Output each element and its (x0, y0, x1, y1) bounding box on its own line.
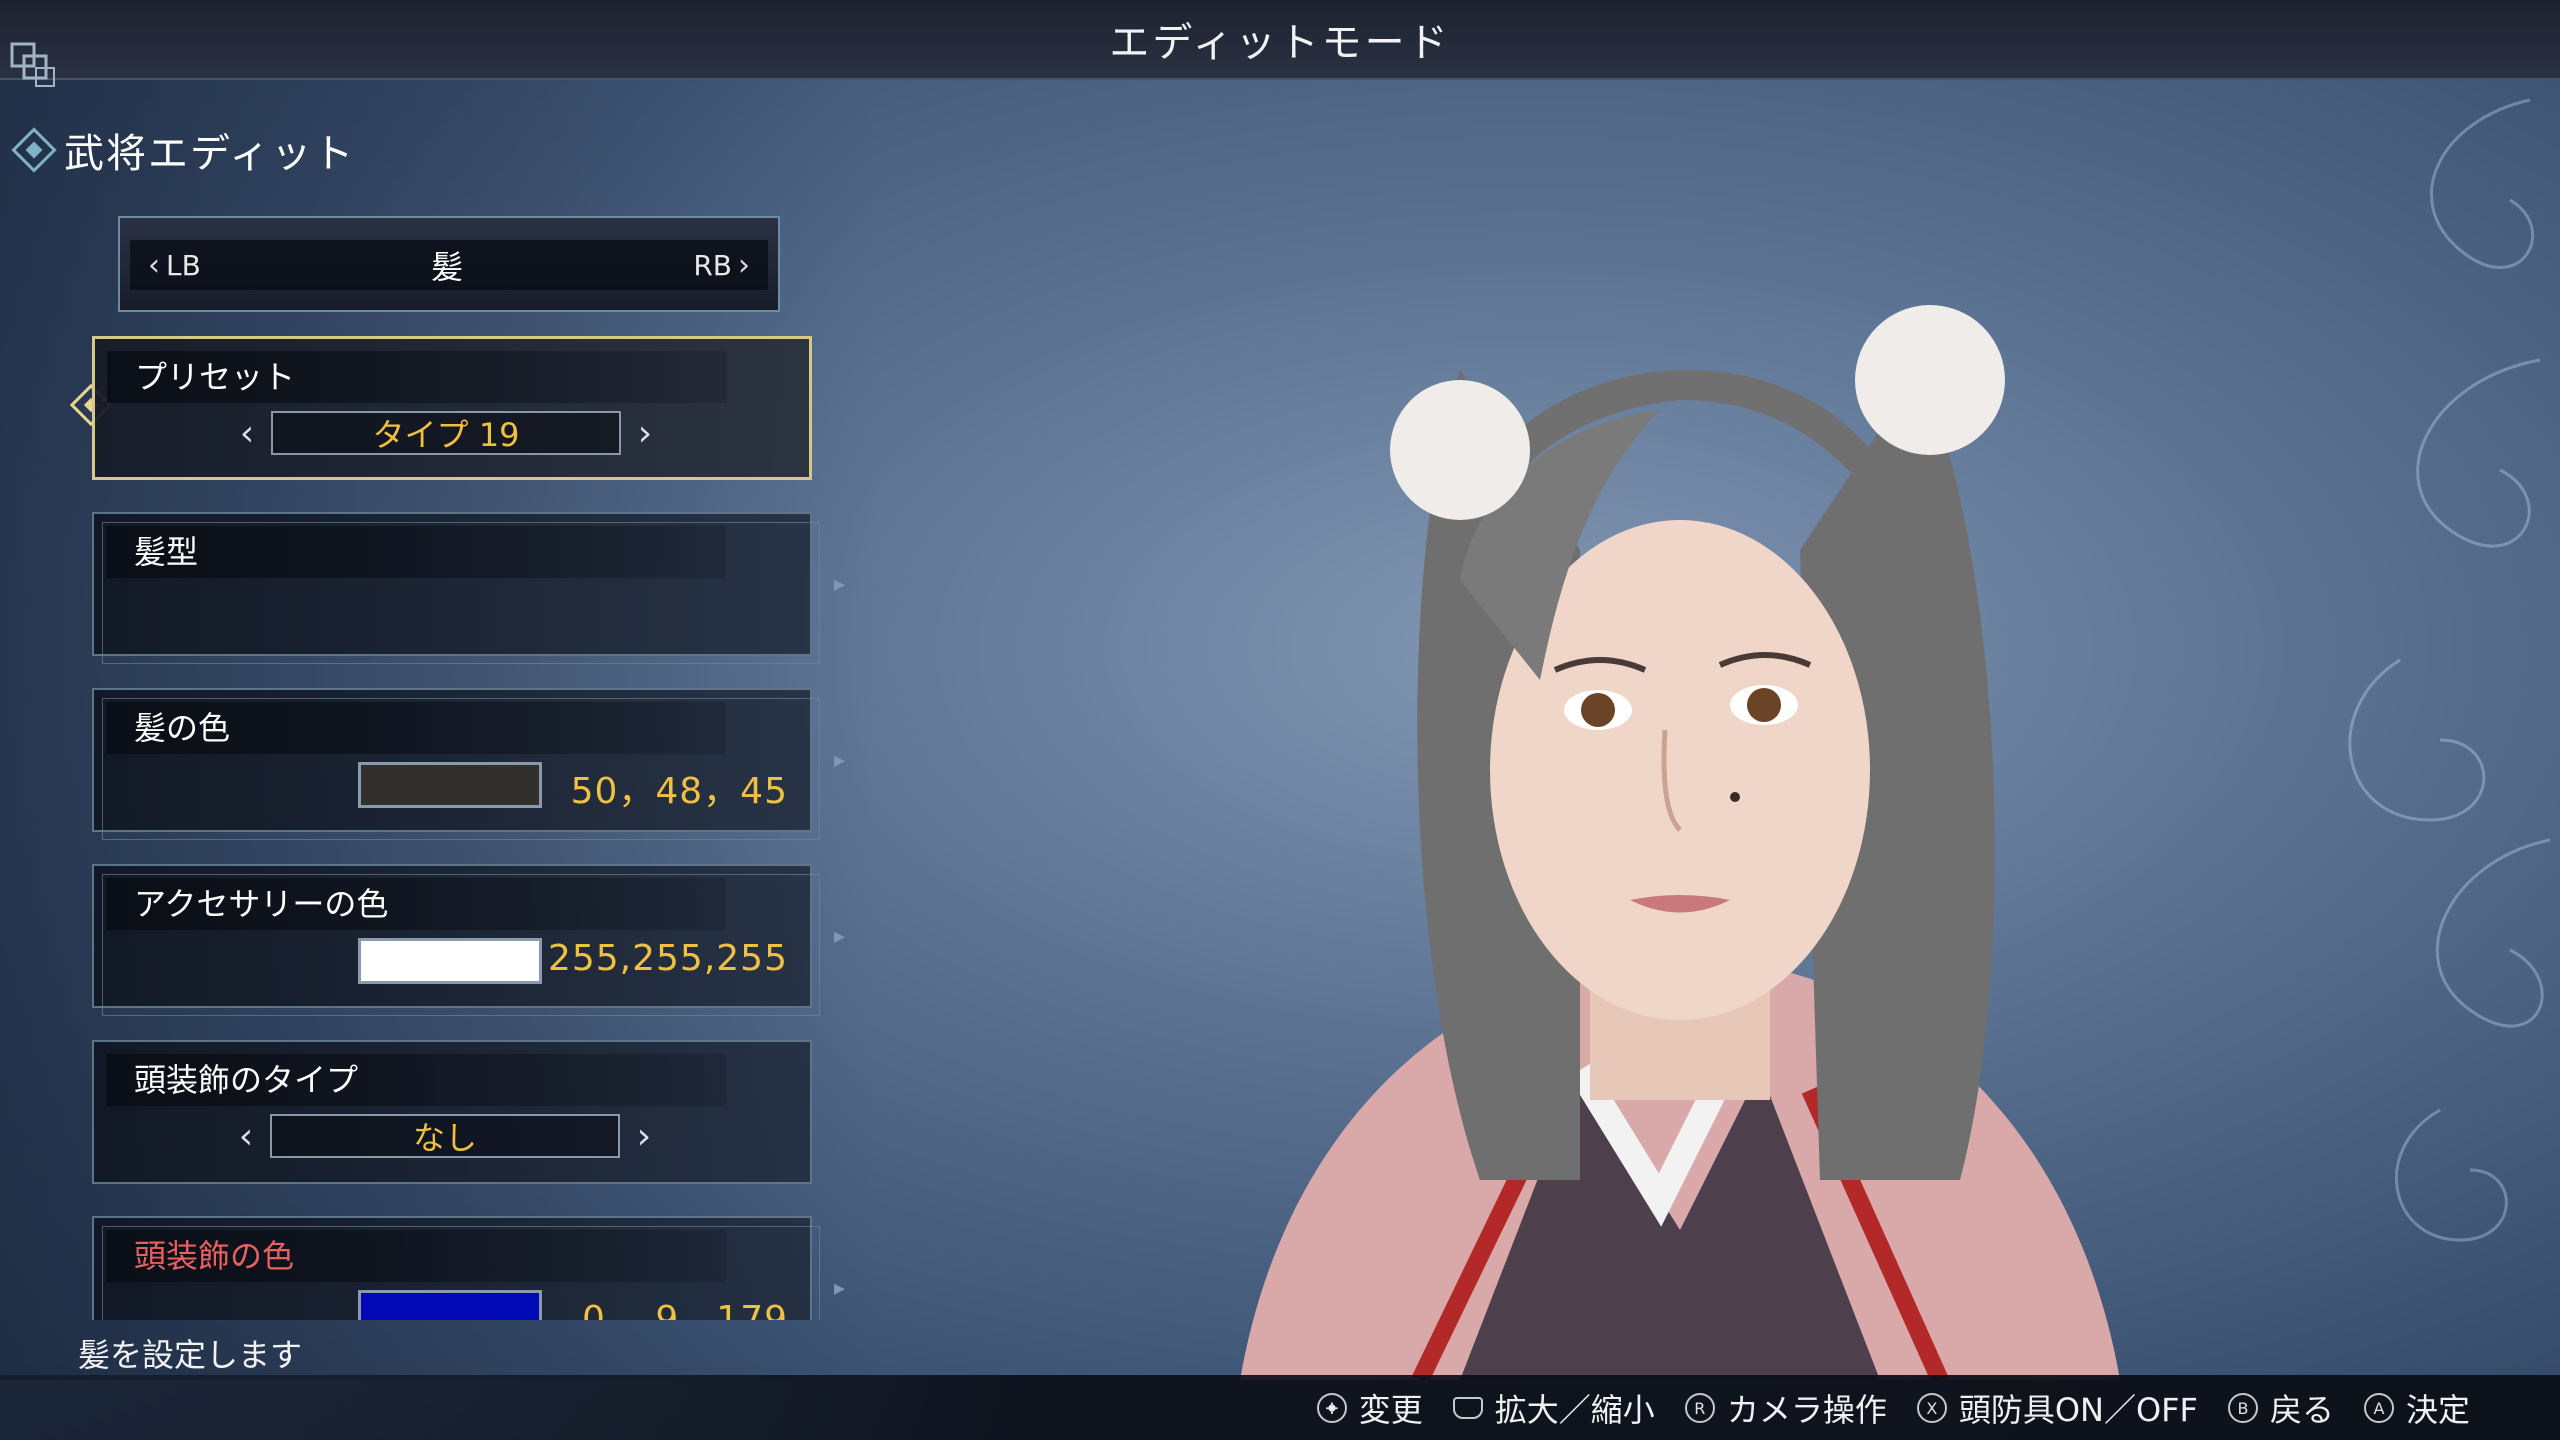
arrow-right-icon[interactable]: › (632, 1116, 656, 1157)
category-tab-bar[interactable]: ‹ LB 髪 RB › (118, 216, 780, 312)
page-title: エディットモード (1109, 20, 1451, 66)
chevron-left-icon: ‹ (148, 247, 160, 283)
x-button-icon: X (1916, 1393, 1947, 1423)
character-preview (1240, 305, 2120, 1380)
action-change[interactable]: ✛ 変更 (1316, 1385, 1423, 1431)
b-button-icon: B (2227, 1393, 2258, 1423)
trigger-icon (1452, 1397, 1483, 1419)
action-label: カメラ操作 (1726, 1391, 1887, 1429)
arrow-right-icon[interactable]: › (633, 413, 657, 454)
head-decoration-color-swatch (358, 1290, 542, 1320)
option-label: 髪型 (106, 526, 726, 578)
action-back[interactable]: B 戻る (2227, 1385, 2334, 1431)
option-label: 頭装飾のタイプ (106, 1054, 726, 1106)
action-label: 変更 (1358, 1391, 1423, 1429)
accessory-color-value: 255,255,255 (547, 938, 788, 979)
preset-value: タイプ 19 (271, 411, 621, 455)
hair-color-option[interactable]: 髪の色 50，48，45 (92, 688, 820, 840)
hairstyle-option[interactable]: 髪型 (92, 512, 820, 664)
head-decoration-selector[interactable]: ‹ なし › (234, 1114, 656, 1158)
action-camera[interactable]: R カメラ操作 (1684, 1385, 1887, 1431)
section-title: 武将エディット (11, 125, 355, 177)
action-zoom[interactable]: 拡大／縮小 (1452, 1385, 1655, 1431)
action-label: 決定 (2405, 1391, 2470, 1429)
header-bar: エディットモード (0, 0, 2560, 80)
button-guide: ✛ 変更 拡大／縮小 R カメラ操作 X 頭防具ON／OFF B 戻る A 決定 (1316, 1385, 2470, 1431)
r-stick-icon: R (1684, 1393, 1715, 1423)
option-label: 頭装飾の色 (106, 1230, 726, 1282)
head-decoration-type-option[interactable]: 頭装飾のタイプ ‹ なし › (92, 1040, 812, 1184)
tab-prev-button[interactable]: ‹ LB (148, 248, 201, 283)
accessory-color-swatch (358, 938, 542, 984)
arrow-left-icon[interactable]: ‹ (234, 1116, 258, 1157)
head-decoration-color-value: 0， 9，179 (582, 1299, 788, 1320)
action-label: 頭防具ON／OFF (1958, 1391, 2198, 1429)
diamond-icon (11, 127, 57, 173)
expand-arrow-icon: ▸ (834, 1276, 846, 1301)
section-title-text: 武将エディット (64, 131, 356, 177)
option-label: 髪の色 (106, 702, 726, 754)
head-decoration-color-option[interactable]: 頭装飾の色 0， 9，179 (92, 1216, 820, 1320)
action-label: 戻る (2269, 1391, 2334, 1429)
option-label: プリセット (107, 351, 727, 403)
head-decoration-value: なし (270, 1114, 620, 1158)
expand-arrow-icon: ▸ (834, 572, 846, 597)
list-clip: 頭装飾の色 0， 9，179 (80, 1210, 860, 1320)
chevron-right-icon: › (738, 247, 750, 283)
arrow-left-icon[interactable]: ‹ (235, 413, 259, 454)
expand-arrow-icon: ▸ (834, 924, 846, 949)
accessory-color-option[interactable]: アクセサリーの色 255,255,255 (92, 864, 820, 1016)
expand-arrow-icon: ▸ (834, 748, 846, 773)
preset-option[interactable]: プリセット ‹ タイプ 19 › (92, 336, 812, 480)
a-button-icon: A (2363, 1393, 2394, 1423)
dpad-icon: ✛ (1316, 1393, 1347, 1423)
background-ornament (2348, 98, 2551, 1242)
action-label: 拡大／縮小 (1494, 1391, 1655, 1429)
corner-squares-icon (10, 42, 55, 87)
hair-color-swatch (358, 762, 542, 808)
action-confirm[interactable]: A 決定 (2363, 1385, 2470, 1431)
action-helmet-toggle[interactable]: X 頭防具ON／OFF (1916, 1385, 2198, 1431)
tab-next-button[interactable]: RB › (693, 248, 750, 283)
current-category: 髪 (431, 248, 464, 286)
option-label: アクセサリーの色 (106, 878, 726, 930)
hair-color-value: 50，48，45 (570, 771, 788, 812)
rb-label: RB (693, 248, 732, 282)
preset-selector[interactable]: ‹ タイプ 19 › (235, 411, 657, 455)
help-text: 髪を設定します (78, 1336, 303, 1374)
lb-label: LB (166, 248, 201, 282)
